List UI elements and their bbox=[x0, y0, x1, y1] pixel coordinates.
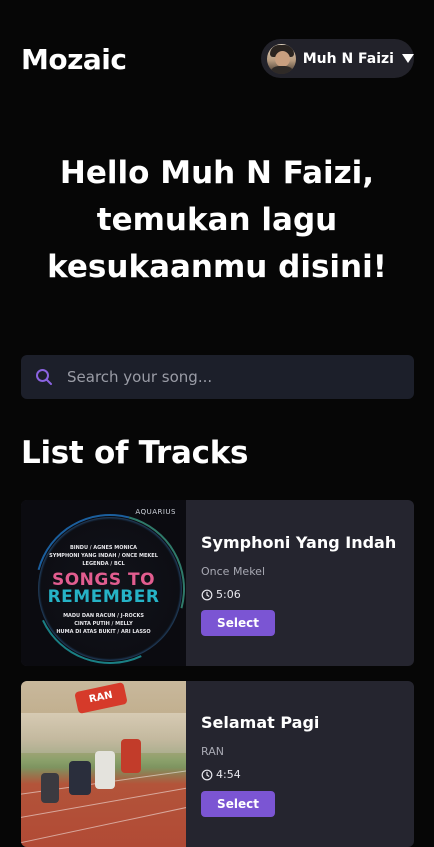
track-artist: Once Mekel bbox=[201, 565, 266, 578]
search-bar[interactable] bbox=[21, 355, 414, 399]
duration-text: 4:54 bbox=[216, 768, 241, 781]
track-card[interactable]: RAN Selamat Pagi RAN 4:54 Select bbox=[21, 681, 414, 847]
track-duration: 5:06 bbox=[201, 588, 241, 601]
cover-songs-bottom: MADU DAN RACUN / J-ROCKS CINTA PUTIH / M… bbox=[56, 613, 151, 635]
search-input[interactable] bbox=[65, 367, 379, 387]
cover-headline: REMEMBER bbox=[47, 587, 160, 607]
user-avatar bbox=[267, 43, 296, 74]
hero-greeting: Hello Muh N Faizi, temukan lagu kesukaan… bbox=[47, 155, 387, 285]
album-cover: AQUARIUS BINDU / AGNES MONICA SYMPHONI Y… bbox=[21, 500, 186, 666]
track-artist: RAN bbox=[201, 745, 224, 758]
track-info: Symphoni Yang Indah Once Mekel 5:06 Sele… bbox=[201, 500, 414, 666]
album-cover: RAN bbox=[21, 681, 186, 847]
app-logo[interactable]: Mozaic bbox=[21, 43, 127, 76]
cover-sign: RAN bbox=[74, 682, 128, 714]
clock-icon bbox=[201, 769, 213, 780]
user-name: Muh N Faizi bbox=[302, 50, 394, 67]
select-button[interactable]: Select bbox=[201, 610, 275, 636]
track-title: Symphoni Yang Indah bbox=[201, 533, 397, 552]
clock-icon bbox=[201, 589, 213, 600]
track-info: Selamat Pagi RAN 4:54 Select bbox=[201, 681, 414, 847]
user-menu-button[interactable]: Muh N Faizi bbox=[261, 39, 414, 78]
track-card[interactable]: AQUARIUS BINDU / AGNES MONICA SYMPHONI Y… bbox=[21, 500, 414, 666]
header: Mozaic Muh N Faizi bbox=[21, 39, 414, 79]
caret-down-icon bbox=[402, 54, 414, 63]
track-title: Selamat Pagi bbox=[201, 713, 320, 732]
cover-label: AQUARIUS bbox=[135, 508, 176, 516]
duration-text: 5:06 bbox=[216, 588, 241, 601]
section-title: List of Tracks bbox=[21, 435, 249, 471]
search-icon bbox=[34, 367, 54, 387]
select-button[interactable]: Select bbox=[201, 791, 275, 817]
cover-songs-top: BINDU / AGNES MONICA SYMPHONI YANG INDAH… bbox=[49, 545, 158, 567]
track-duration: 4:54 bbox=[201, 768, 241, 781]
